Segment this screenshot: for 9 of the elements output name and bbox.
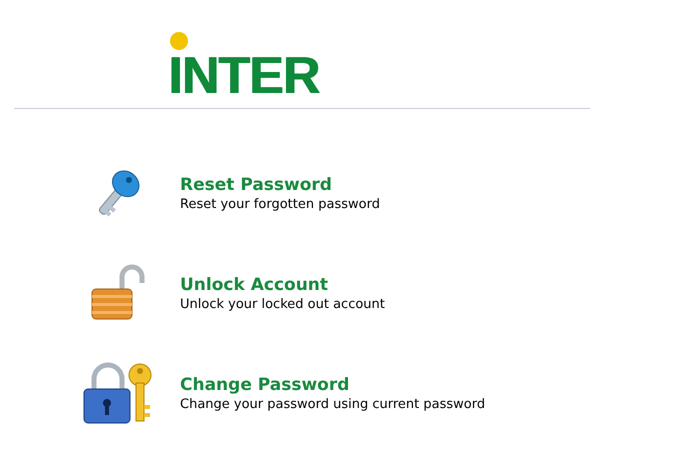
option-description: Unlock your locked out account (180, 296, 385, 312)
option-description: Reset your forgotten password (180, 196, 380, 212)
option-link[interactable]: Change Password (180, 374, 486, 396)
option-link[interactable]: Unlock Account (180, 274, 385, 296)
logo-dot-icon (170, 32, 188, 50)
padlock-and-key-icon (82, 361, 154, 425)
logo: INTER (168, 52, 319, 100)
option-link[interactable]: Reset Password (180, 174, 380, 196)
option-description: Change your password using current password (180, 396, 486, 412)
